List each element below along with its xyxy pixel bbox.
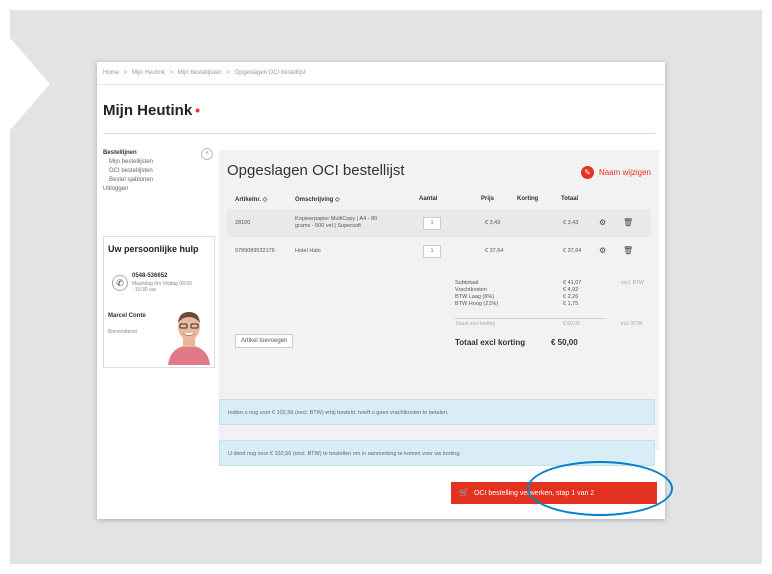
- decorative-arrow: [10, 38, 50, 130]
- chevron-up-icon[interactable]: ˄: [201, 148, 213, 160]
- breadcrumb-separator: >: [226, 70, 230, 76]
- settings-icon[interactable]: ⚙: [599, 209, 606, 237]
- settings-icon[interactable]: ⚙: [599, 237, 606, 265]
- sidebar-item-oci-bestellijsten[interactable]: OCI bestellijsten: [109, 168, 213, 174]
- contact-photo: [166, 303, 212, 365]
- quantity-input[interactable]: 1: [423, 245, 441, 258]
- table-row: 9789089532176 Hotel Halo 1 € 37,64 € 37,…: [227, 237, 651, 265]
- total-excl-note: incl. BTW: [621, 321, 643, 327]
- add-article-button[interactable]: Artikel toevoegen: [235, 334, 294, 348]
- row-total: € 3,43: [563, 220, 579, 226]
- row-price: € 37,64: [485, 248, 504, 254]
- contact-department: Binnendienst: [108, 329, 137, 335]
- row-description: Kopieerpapier MultiCopy | A4 - 80 grams -…: [295, 216, 378, 229]
- brand-dot-icon: •: [195, 102, 201, 118]
- trash-icon[interactable]: 🗑: [623, 209, 633, 237]
- table-row: 28100 Kopieerpapier MultiCopy | A4 - 80 g…: [227, 209, 651, 237]
- row-price: € 3,43: [485, 220, 501, 226]
- breadcrumb-bestellijsten[interactable]: Mijn bestellijsten: [178, 70, 222, 76]
- process-order-button[interactable]: 🛒 OCI bestelling verwerken, stap 1 van 2: [451, 482, 657, 504]
- column-header-article[interactable]: Artikelnr. ◇: [235, 196, 267, 203]
- breadcrumb-separator: >: [169, 70, 174, 76]
- quantity-input[interactable]: 1: [423, 217, 441, 230]
- row-article: 9789089532176: [235, 248, 275, 254]
- help-title: Uw persoonlijke hulp: [108, 244, 199, 254]
- column-header-total: Totaal: [561, 196, 579, 202]
- divider: [455, 318, 605, 319]
- rename-button[interactable]: ✎ Naam wijzigen: [580, 166, 651, 179]
- sidebar: Bestellijnen Mijn bestellijsten OCI best…: [103, 150, 213, 192]
- row-article: 28100: [235, 220, 251, 226]
- sidebar-item-bestel-sjablonen[interactable]: Bestel sjablonen: [109, 177, 213, 183]
- summary-values: € 41,07 € 4,92 € 2,26 € 1,75: [563, 280, 582, 307]
- divider: [103, 133, 655, 134]
- help-phone[interactable]: 0548-536652: [132, 273, 167, 279]
- browser-window: Home > Mijn Heutink > Mijn bestellijsten…: [97, 62, 665, 519]
- sidebar-heading: Bestellijnen: [103, 150, 137, 156]
- cart-icon: 🛒: [459, 488, 469, 497]
- divider: [97, 84, 665, 85]
- column-header-discount: Korting: [517, 196, 539, 202]
- help-panel: Uw persoonlijke hulp ✆ 0548-536652 Maand…: [103, 236, 215, 368]
- shipping-info-banner: Indien u nog voor € 102,56 (excl. BTW) e…: [219, 399, 655, 425]
- grand-total-value: € 50,00: [551, 338, 578, 347]
- discount-info-banner: U dient nog voor € 102,56 (excl. BTW) te…: [219, 440, 655, 466]
- trash-icon[interactable]: 🗑: [623, 237, 633, 265]
- rename-label: Naam wijzigen: [598, 168, 651, 177]
- row-total: € 37,64: [563, 248, 582, 254]
- pencil-icon: ✎: [580, 166, 594, 179]
- phone-icon: ✆: [112, 275, 128, 291]
- breadcrumb-home[interactable]: Home: [103, 70, 119, 76]
- row-description: Hotel Halo: [295, 248, 321, 254]
- column-header-description[interactable]: Omschrijving ◇: [295, 196, 340, 203]
- order-list-title: Opgeslagen OCI bestellijst: [227, 162, 405, 179]
- column-header-qty: Aantal: [419, 196, 438, 202]
- page-title: Mijn Heutink •: [103, 102, 201, 119]
- total-excl-label: Totaal excl korting: [455, 321, 496, 327]
- sidebar-item-uitloggen[interactable]: Uitloggen: [103, 186, 213, 192]
- summary-labels: Subtotaal Vrachtkosten BTW Laag (6%) BTW…: [455, 280, 499, 307]
- total-excl-value: € 50,00: [563, 321, 580, 327]
- column-header-price: Prijs: [481, 196, 495, 202]
- breadcrumb-current: Opgeslagen OCI bestellijst: [234, 70, 306, 76]
- breadcrumb-separator: >: [123, 70, 128, 76]
- sidebar-item-mijn-bestellijsten[interactable]: Mijn bestellijsten: [109, 159, 213, 165]
- grand-total-label: Totaal excl korting: [455, 338, 526, 347]
- contact-name: Marcel Conte: [108, 313, 146, 319]
- breadcrumb: Home > Mijn Heutink > Mijn bestellijsten…: [103, 70, 309, 76]
- help-hours: Maandag t/m Vrijdag 08:00 - 16:30 uur: [132, 281, 192, 293]
- process-order-label: OCI bestelling verwerken, stap 1 van 2: [473, 490, 595, 497]
- breadcrumb-mijn-heutink[interactable]: Mijn Heutink: [132, 70, 165, 76]
- summary-note: excl. BTW: [621, 280, 644, 286]
